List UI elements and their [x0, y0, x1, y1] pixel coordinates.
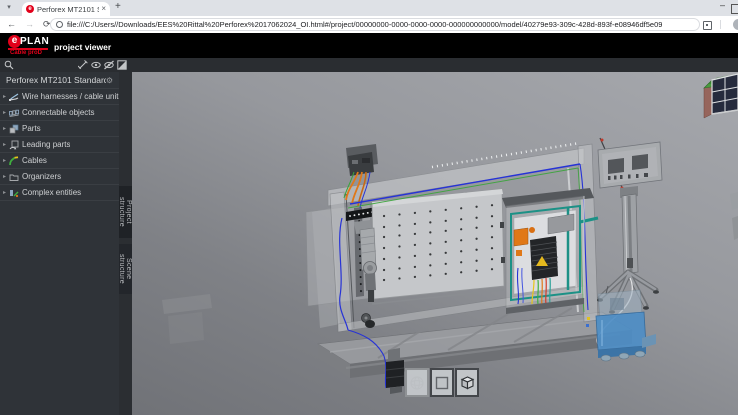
3d-viewport[interactable]	[132, 72, 738, 415]
forward-button[interactable]: →	[25, 19, 34, 30]
tab-close-icon[interactable]: ×	[101, 5, 106, 13]
tree-item-leading-parts[interactable]: ▸ Leading parts	[0, 136, 119, 152]
viewer-toolbar	[0, 58, 738, 72]
hide-eye-icon[interactable]	[104, 60, 114, 70]
search-icon[interactable]	[4, 60, 14, 70]
chevron-right-icon[interactable]: ▸	[3, 93, 8, 100]
3d-scene[interactable]	[132, 72, 738, 415]
tree-item-label: Leading parts	[22, 140, 70, 149]
leading-parts-icon	[9, 140, 19, 150]
tree-item-organizers[interactable]: ▸ Organizers	[0, 168, 119, 184]
browser-tab[interactable]: e Perforex MT2101 Standard ×	[22, 2, 110, 16]
project-tree: ▸ Wire harnesses / cable units ▸ Connect…	[0, 88, 119, 201]
mounting-plate[interactable]	[372, 189, 505, 299]
tree-item-label: Parts	[22, 124, 41, 133]
cube-3d-icon	[459, 374, 476, 391]
minimize-button[interactable]: –	[720, 0, 725, 10]
tree-item-label: Complex entities	[22, 188, 81, 197]
eplan-logo: e PLAN Cable proD	[8, 35, 54, 56]
tree-item-label: Cables	[22, 156, 47, 165]
tree-item-parts[interactable]: ▸ Parts	[0, 120, 119, 136]
eplan-logo-plan: PLAN	[20, 36, 49, 47]
tree-item-connectable-objects[interactable]: ▸ Connectable objects	[0, 104, 119, 120]
wire-harness-icon	[9, 92, 19, 102]
gear-icon[interactable]: ⚙	[106, 76, 113, 85]
panel-tab-rail: Project structure Scene structure	[119, 72, 132, 415]
complex-entities-icon	[9, 188, 19, 198]
flat-square-icon	[434, 375, 450, 391]
cables-icon	[9, 156, 19, 166]
mini-cabinet[interactable]	[704, 74, 738, 118]
project-title: Perforex MT2101 Standard	[6, 75, 106, 85]
toolbar-separator	[720, 20, 721, 29]
back-button[interactable]: ←	[7, 19, 16, 30]
project-tree-header: Perforex MT2101 Standard ⚙	[0, 72, 119, 88]
chevron-right-icon[interactable]: ▸	[3, 125, 8, 132]
url-text: file:///C:/Users//Downloads/EES%20Rittal…	[67, 20, 662, 29]
app-title: project viewer	[54, 42, 111, 52]
screenshot-icon[interactable]	[117, 60, 127, 70]
chevron-right-icon[interactable]: ▸	[3, 109, 8, 116]
project-tree-panel: Perforex MT2101 Standard ⚙ ▸ Wire harnes…	[0, 72, 119, 415]
site-info-icon[interactable]	[56, 21, 63, 28]
browser-address-bar: ← → ⟳ file:///C:/Users//Downloads/EES%20…	[0, 16, 738, 33]
tree-item-label: Wire harnesses / cable units	[22, 92, 119, 101]
tab-scene-structure[interactable]: Scene structure	[119, 244, 132, 294]
tree-item-label: Organizers	[22, 172, 61, 181]
flat-view-button[interactable]	[430, 368, 454, 397]
profile-avatar[interactable]	[733, 19, 738, 30]
show-eye-icon[interactable]	[91, 60, 101, 70]
maximize-button[interactable]	[731, 4, 738, 14]
new-tab-button[interactable]: +	[115, 1, 121, 12]
cube-view-button[interactable]	[455, 368, 479, 397]
tree-item-cables[interactable]: ▸ Cables	[0, 152, 119, 168]
vacuum-tank-blue[interactable]	[596, 286, 656, 361]
connectable-objects-icon	[9, 108, 19, 118]
orbit-view-button[interactable]	[405, 368, 429, 397]
left-fixture-fragments	[162, 294, 212, 344]
tree-item-wire-harnesses[interactable]: ▸ Wire harnesses / cable units	[0, 88, 119, 104]
chevron-right-icon[interactable]: ▸	[3, 189, 8, 196]
right-edge-fragments	[730, 192, 738, 240]
organizers-icon	[9, 172, 19, 182]
eplan-favicon-icon: e	[26, 5, 34, 13]
extensions-icon[interactable]	[703, 21, 712, 30]
tab-title: Perforex MT2101 Standard	[37, 5, 99, 14]
tree-item-label: Connectable objects	[22, 108, 95, 117]
omnibox[interactable]: file:///C:/Users//Downloads/EES%20Rittal…	[50, 18, 700, 31]
view-mode-controls	[405, 368, 480, 397]
browser-tab-strip: ▾ e Perforex MT2101 Standard × + –	[0, 0, 738, 16]
chevron-right-icon[interactable]: ▸	[3, 141, 8, 148]
chevron-right-icon[interactable]: ▸	[3, 157, 8, 164]
measure-icon[interactable]	[78, 60, 88, 70]
tab-search-icon[interactable]: ▾	[3, 2, 15, 14]
tree-item-complex-entities[interactable]: ▸ Complex entities	[0, 184, 119, 201]
chevron-right-icon[interactable]: ▸	[3, 173, 8, 180]
tab-project-structure[interactable]: Project structure	[119, 186, 132, 238]
parts-icon	[9, 124, 19, 134]
eplan-logo-subtitle: Cable proD	[10, 50, 42, 56]
orbit-sphere-icon	[409, 375, 425, 391]
eplan-header: e PLAN Cable proD project viewer	[0, 33, 738, 58]
